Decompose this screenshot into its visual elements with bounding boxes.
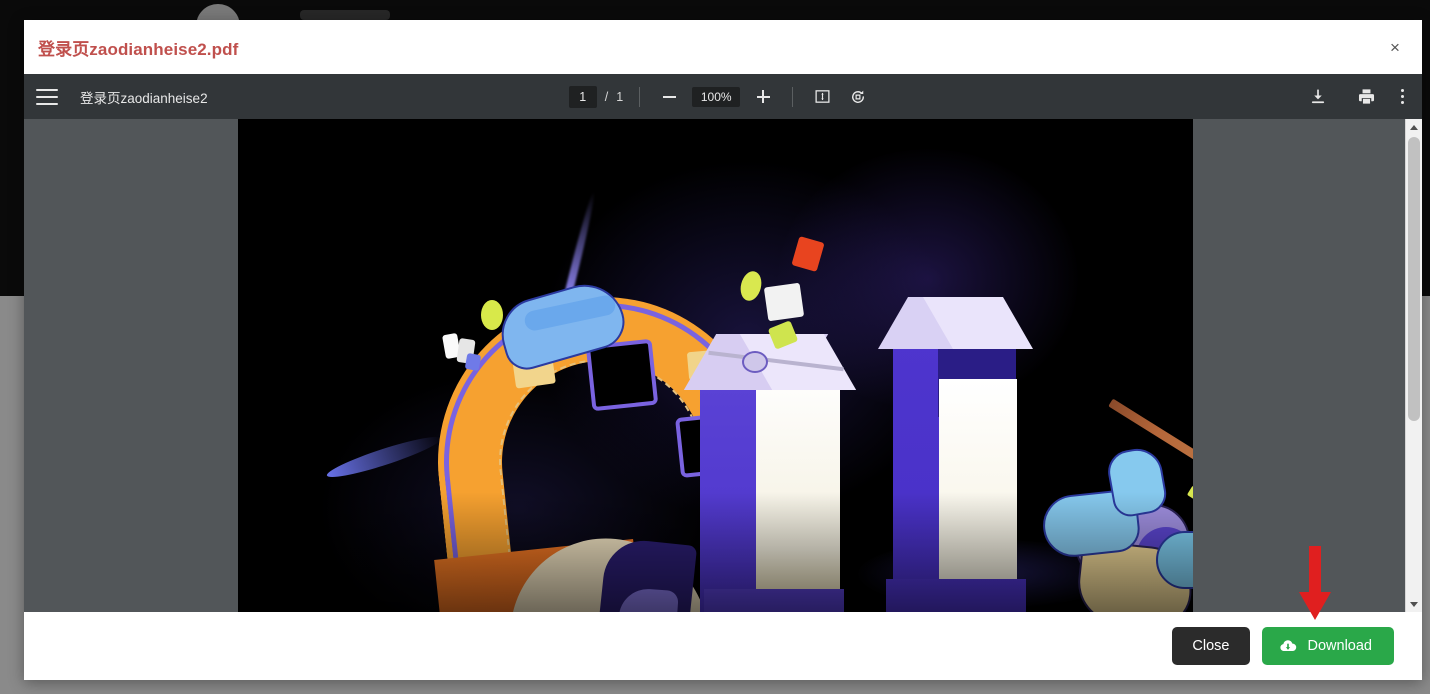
close-icon[interactable]: ×: [1382, 34, 1408, 60]
toolbar-left-group: 登录页zaodianheise2: [36, 87, 489, 107]
download-icon: [1311, 88, 1325, 103]
fit-to-page-icon: [815, 90, 830, 103]
illustration-confetti-white: [763, 282, 805, 322]
illustration-pin-knob: [742, 351, 768, 373]
rotate-button[interactable]: [845, 84, 871, 110]
zoom-out-button[interactable]: [656, 84, 682, 110]
illustration-confetti-yellow: [481, 300, 503, 330]
pdf-toolbar: 登录页zaodianheise2 / 1 100%: [24, 74, 1422, 119]
download-button-label: Download: [1307, 638, 1373, 654]
pdf-viewer-body[interactable]: [24, 119, 1422, 612]
pdf-vertical-scrollbar[interactable]: [1405, 119, 1422, 612]
scrollbar-thumb[interactable]: [1408, 137, 1420, 421]
red-down-arrow-annotation: [1299, 546, 1331, 620]
page-background-shape-secondary: [300, 10, 390, 20]
fit-to-page-button[interactable]: [809, 84, 835, 110]
page-separator: /: [604, 89, 609, 104]
toolbar-center-group: / 1 100%: [489, 84, 950, 110]
page-number-input[interactable]: [568, 85, 597, 108]
modal-title: 登录页zaodianheise2.pdf: [38, 39, 239, 59]
hamburger-menu-icon[interactable]: [36, 88, 58, 105]
pdf-viewer: 登录页zaodianheise2 / 1 100%: [24, 74, 1422, 612]
cloud-download-icon: [1279, 640, 1296, 651]
pdf-filename: 登录页zaodianheise2: [80, 90, 208, 106]
plus-icon: [756, 90, 770, 103]
toolbar-divider-2: [792, 86, 794, 107]
more-options-kebab-icon[interactable]: [1401, 89, 1404, 104]
print-icon: [1358, 89, 1374, 104]
modal-header: 登录页zaodianheise2.pdf ×: [24, 20, 1422, 74]
illustration-confetti-blue: [464, 352, 482, 372]
modal-footer: Close Download: [24, 612, 1422, 680]
pdf-document-page: [238, 119, 1193, 612]
download-button[interactable]: [1305, 84, 1331, 110]
pdf-preview-modal: 登录页zaodianheise2.pdf × 登录页zaodianheise2 …: [24, 20, 1422, 680]
close-button[interactable]: Close: [1172, 627, 1250, 665]
zoom-in-button[interactable]: [750, 84, 776, 110]
scroll-down-arrow-icon[interactable]: [1406, 596, 1422, 612]
print-button[interactable]: [1353, 84, 1379, 110]
rotate-clockwise-icon: [852, 90, 865, 103]
toolbar-right-group: [951, 84, 1410, 110]
toolbar-divider: [639, 86, 641, 107]
page-total-count: 1: [616, 89, 624, 104]
scroll-up-arrow-icon[interactable]: [1406, 119, 1422, 135]
illustration-bottom-vignette: [238, 492, 1193, 612]
minus-icon: [662, 95, 676, 98]
download-button-primary[interactable]: Download: [1261, 627, 1394, 665]
zoom-level-value[interactable]: 100%: [692, 86, 741, 107]
